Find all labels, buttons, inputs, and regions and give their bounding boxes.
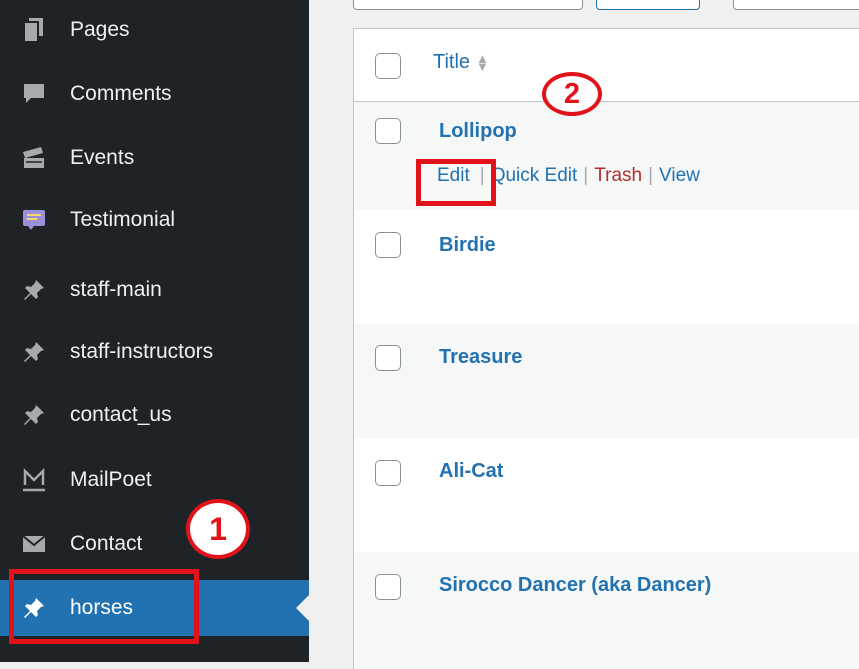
row-checkbox[interactable] [375,574,401,600]
table-row: Ali-Cat [354,438,859,552]
row-checkbox[interactable] [375,232,401,258]
row-checkbox[interactable] [375,460,401,486]
column-label: Title [433,51,471,73]
sidebar-item-pages[interactable]: Pages [0,5,309,55]
quick-edit-link[interactable]: Quick Edit [491,165,578,187]
annotation-box-edit [416,159,496,206]
sidebar-item-mailpoet[interactable]: MailPoet [0,455,309,505]
pin-icon [20,276,48,304]
sidebar-item-label: staff-instructors [70,340,214,363]
table-header: Title ▲ ▼ [354,29,859,102]
testimonial-icon [20,206,48,234]
post-title-link[interactable]: Lollipop [439,120,517,143]
sidebar-item-label: Testimonial [70,208,176,231]
post-title-link[interactable]: Birdie [439,234,496,257]
annotation-box-horses [9,569,199,644]
pin-icon [20,338,48,366]
separator: | [583,165,589,186]
sidebar-item-label: Pages [70,18,130,41]
annotation-number-2: 2 [542,72,602,116]
sidebar-item-label: MailPoet [70,468,152,491]
post-title-link[interactable]: Sirocco Dancer (aka Dancer) [439,574,711,597]
sidebar-item-label: Comments [70,82,172,105]
sidebar-item-testimonial[interactable]: Testimonial [0,195,309,245]
events-icon [20,144,48,172]
sidebar-item-comments[interactable]: Comments [0,69,309,119]
comments-icon [20,80,48,108]
trash-link[interactable]: Trash [594,165,642,187]
sidebar-item-staff-main[interactable]: staff-main [0,265,309,315]
top-control[interactable] [596,0,700,10]
top-control[interactable] [353,0,583,10]
annotation-number-1: 1 [186,499,250,559]
sidebar-item-contact-us[interactable]: contact_us [0,390,309,440]
admin-sidebar: Pages Comments Events Testimonial staff-… [0,0,309,662]
table-row: Treasure [354,324,859,438]
select-all-checkbox[interactable] [375,53,401,79]
row-checkbox[interactable] [375,118,401,144]
active-indicator-arrow [296,595,309,621]
sidebar-item-label: Events [70,146,135,169]
separator: | [648,165,654,186]
sidebar-item-events[interactable]: Events [0,133,309,183]
post-title-link[interactable]: Ali-Cat [439,460,503,483]
pin-icon [20,401,48,429]
row-checkbox[interactable] [375,345,401,371]
post-title-link[interactable]: Treasure [439,346,522,369]
view-link[interactable]: View [659,165,700,187]
sidebar-item-contact[interactable]: Contact [0,519,309,569]
envelope-icon [20,530,48,558]
sidebar-item-label: staff-main [70,278,162,301]
sidebar-item-label: Contact [70,532,143,555]
table-row: Sirocco Dancer (aka Dancer) [354,552,859,669]
sidebar-item-label: contact_us [70,403,172,426]
title-column-header[interactable]: Title ▲ ▼ [433,51,489,74]
pages-icon [20,16,48,44]
posts-table: Title ▲ ▼ Lollipop Birdie Treasure Ali-Ca… [353,28,859,669]
sidebar-item-staff-instructors[interactable]: staff-instructors [0,327,309,377]
mailpoet-icon [20,466,48,494]
sort-icon: ▲ ▼ [476,50,489,74]
top-control[interactable] [733,0,859,10]
table-row: Birdie [354,210,859,324]
